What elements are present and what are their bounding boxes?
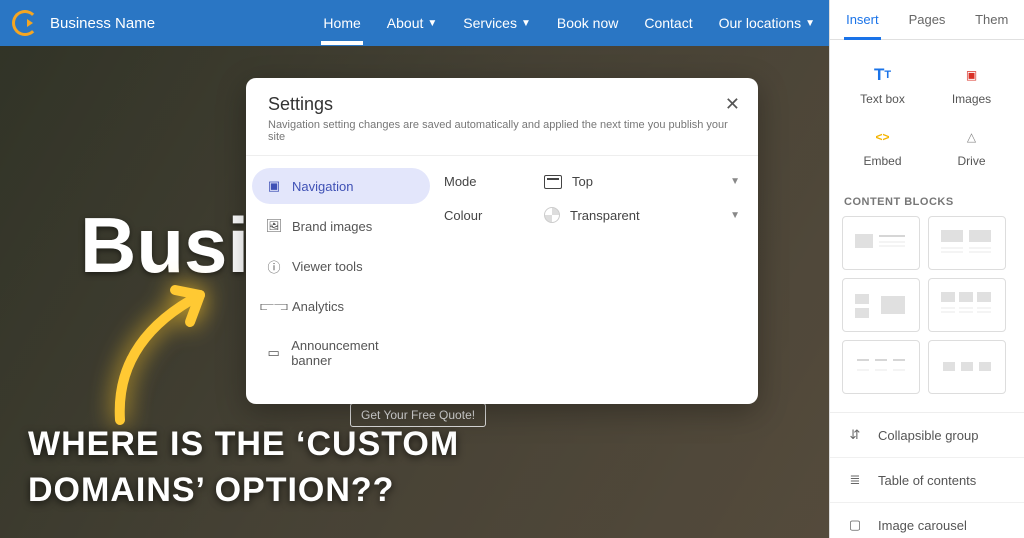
colour-label: Colour <box>444 208 544 223</box>
textbox-icon: TT <box>872 64 894 86</box>
mode-select[interactable]: Top ▼ <box>544 174 740 189</box>
carousel-icon: ▢ <box>846 517 864 533</box>
tab-navigation[interactable]: ▣ Navigation <box>252 168 430 204</box>
toc-icon: ≣ <box>846 472 864 488</box>
insert-image-carousel[interactable]: ▢ Image carousel <box>830 503 1024 538</box>
tool-label: Images <box>952 92 991 106</box>
tab-analytics[interactable]: ⫍⫎ Analytics <box>252 288 430 324</box>
tab-insert[interactable]: Insert <box>830 0 895 39</box>
modal-header: Settings Navigation setting changes are … <box>246 78 758 156</box>
nav-our-locations[interactable]: Our locations▼ <box>717 1 817 45</box>
insert-collapsible-group[interactable]: ⇵ Collapsible group <box>830 413 1024 458</box>
image-icon: 🖼 <box>266 218 282 234</box>
tab-label: Navigation <box>292 179 353 194</box>
insert-tools: TT Text box ▣ Images <> Embed △ Drive <box>830 40 1024 186</box>
modal-subtitle: Navigation setting changes are saved aut… <box>268 119 736 143</box>
images-icon: ▣ <box>961 64 983 86</box>
content-block-template[interactable] <box>842 278 920 332</box>
business-name: Business Name <box>50 15 155 32</box>
content-block-template[interactable] <box>842 340 920 394</box>
tab-viewer-tools[interactable]: ⓘ Viewer tools <box>252 248 430 284</box>
collapsible-icon: ⇵ <box>846 427 864 443</box>
caption-line-1: WHERE IS THE ‘CUSTOM <box>28 422 459 468</box>
nav-about[interactable]: About▼ <box>385 1 440 45</box>
insert-list: ⇵ Collapsible group ≣ Table of contents ▢ I… <box>830 412 1024 538</box>
site-logo-icon <box>12 10 38 36</box>
settings-modal: Settings Navigation setting changes are … <box>246 78 758 404</box>
chevron-down-icon: ▼ <box>730 176 740 187</box>
content-blocks-grid <box>830 216 1024 394</box>
row-mode: Mode Top ▼ <box>444 174 740 189</box>
settings-side-tabs: ▣ Navigation 🖼 Brand images ⓘ Viewer too… <box>246 156 436 404</box>
announcement-icon: ▭ <box>266 345 281 361</box>
chevron-down-icon: ▼ <box>427 18 437 29</box>
tool-label: Drive <box>957 154 985 168</box>
nav-home[interactable]: Home <box>321 1 362 45</box>
site-topbar: Business Name Home About▼ Services▼ Book… <box>0 0 829 46</box>
colour-select[interactable]: Transparent ▼ <box>544 207 740 223</box>
nav-contact[interactable]: Contact <box>642 1 694 45</box>
colour-value: Transparent <box>570 208 640 223</box>
tool-embed[interactable]: <> Embed <box>838 116 927 178</box>
caption-line-2: DOMAINS’ OPTION?? <box>28 468 459 514</box>
drive-icon: △ <box>961 126 983 148</box>
content-block-template[interactable] <box>928 278 1006 332</box>
tool-text-box[interactable]: TT Text box <box>838 54 927 116</box>
main-nav: Home About▼ Services▼ Book now Contact O… <box>321 1 817 45</box>
insert-panel: Insert Pages Them TT Text box ▣ Images <… <box>829 0 1024 538</box>
chevron-down-icon: ▼ <box>730 210 740 221</box>
list-item-label: Collapsible group <box>878 428 978 443</box>
layout-top-icon <box>544 175 562 189</box>
tab-label: Analytics <box>292 299 344 314</box>
content-block-template[interactable] <box>928 216 1006 270</box>
nav-book-now[interactable]: Book now <box>555 1 620 45</box>
nav-services[interactable]: Services▼ <box>461 1 533 45</box>
content-block-template[interactable] <box>842 216 920 270</box>
tab-label: Viewer tools <box>292 259 363 274</box>
content-blocks-heading: CONTENT BLOCKS <box>830 186 1024 216</box>
list-item-label: Image carousel <box>878 518 967 533</box>
overlay-caption: WHERE IS THE ‘CUSTOM DOMAINS’ OPTION?? <box>28 422 459 514</box>
insert-panel-tabs: Insert Pages Them <box>830 0 1024 40</box>
tool-label: Text box <box>860 92 905 106</box>
close-icon[interactable]: ✕ <box>725 94 740 115</box>
tab-label: Announcement banner <box>291 338 416 368</box>
navigation-icon: ▣ <box>266 178 282 194</box>
tool-label: Embed <box>863 154 901 168</box>
settings-panel: Mode Top ▼ Colour Transparent ▼ <box>436 156 758 404</box>
list-item-label: Table of contents <box>878 473 976 488</box>
content-block-template[interactable] <box>928 340 1006 394</box>
row-colour: Colour Transparent ▼ <box>444 207 740 223</box>
info-icon: ⓘ <box>266 258 282 274</box>
tab-pages[interactable]: Pages <box>895 0 960 39</box>
tab-themes[interactable]: Them <box>959 0 1024 39</box>
mode-value: Top <box>572 174 593 189</box>
embed-icon: <> <box>872 126 894 148</box>
tool-images[interactable]: ▣ Images <box>927 54 1016 116</box>
tab-label: Brand images <box>292 219 372 234</box>
tab-announcement-banner[interactable]: ▭ Announcement banner <box>252 328 430 378</box>
mode-label: Mode <box>444 174 544 189</box>
tool-drive[interactable]: △ Drive <box>927 116 1016 178</box>
hero-title: Busi <box>80 200 249 291</box>
transparent-swatch-icon <box>544 207 560 223</box>
insert-table-of-contents[interactable]: ≣ Table of contents <box>830 458 1024 503</box>
tab-brand-images[interactable]: 🖼 Brand images <box>252 208 430 244</box>
chevron-down-icon: ▼ <box>805 18 815 29</box>
analytics-icon: ⫍⫎ <box>266 298 282 314</box>
modal-title: Settings <box>268 94 736 115</box>
chevron-down-icon: ▼ <box>521 18 531 29</box>
